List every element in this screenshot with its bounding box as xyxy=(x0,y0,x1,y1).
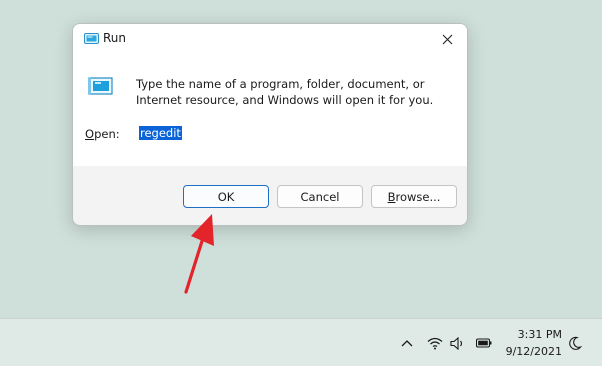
dialog-title: Run xyxy=(103,31,127,45)
dialog-content xyxy=(73,54,467,166)
dialog-titlebar[interactable]: Run xyxy=(73,24,467,54)
moon-icon[interactable] xyxy=(567,335,583,351)
open-label-accesskey: O xyxy=(85,127,95,141)
ok-button-label: OK xyxy=(217,189,235,204)
open-label-rest: pen: xyxy=(94,127,120,141)
ok-button[interactable]: OK xyxy=(183,185,269,208)
browse-label-rest: rowse... xyxy=(395,189,441,204)
run-app-icon xyxy=(84,33,99,44)
close-button[interactable] xyxy=(435,27,459,51)
taskbar-clock[interactable]: 3:31 PM 9/12/2021 xyxy=(500,326,562,360)
dialog-description: Type the name of a program, folder, docu… xyxy=(136,77,434,107)
cancel-button[interactable]: Cancel xyxy=(277,185,363,208)
close-icon xyxy=(442,34,452,44)
wifi-icon[interactable] xyxy=(427,335,443,351)
cancel-button-label: Cancel xyxy=(300,189,340,204)
red-arrow-annotation xyxy=(184,214,214,294)
clock-date: 9/12/2021 xyxy=(505,345,562,358)
open-input-value: regedit xyxy=(139,126,182,140)
chevron-up-icon[interactable] xyxy=(399,335,415,351)
run-dialog: Run Type the name of a program, folder, … xyxy=(72,23,468,226)
speaker-icon[interactable] xyxy=(450,335,466,351)
clock-time: 3:31 PM xyxy=(517,328,562,341)
open-label: Open: xyxy=(85,127,120,141)
open-input[interactable]: regedit xyxy=(139,124,249,142)
run-program-icon xyxy=(88,77,113,95)
taskbar: 3:31 PM 9/12/2021 xyxy=(0,318,602,366)
battery-icon[interactable] xyxy=(476,335,492,351)
browse-button[interactable]: Browse... xyxy=(371,185,457,208)
browse-button-label: Browse... xyxy=(388,190,441,204)
